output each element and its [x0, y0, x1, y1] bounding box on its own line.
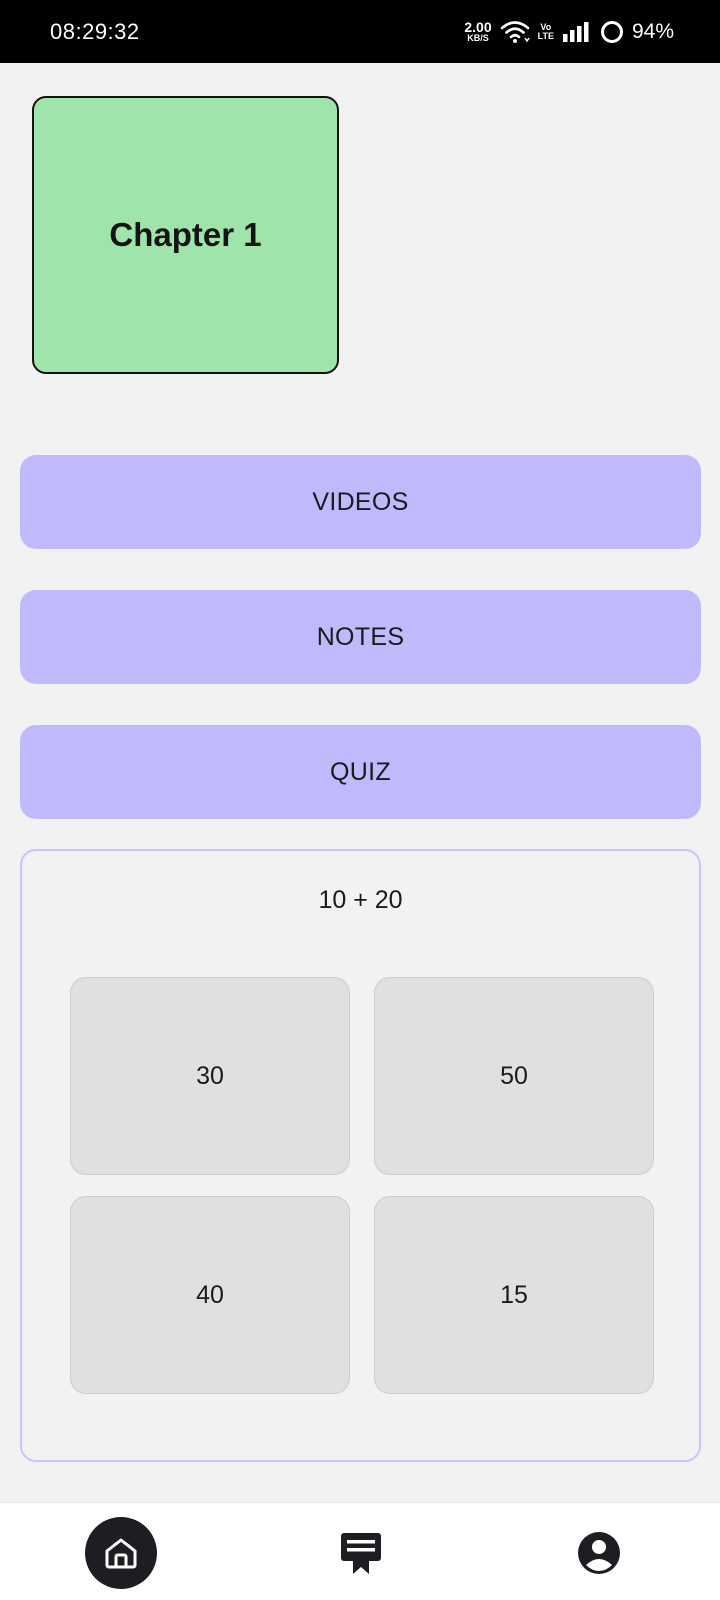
chapter-title: Chapter 1	[109, 216, 262, 253]
signal-icon	[562, 21, 592, 43]
bottom-nav	[0, 1502, 720, 1600]
quiz-button[interactable]: QUIZ	[20, 725, 701, 819]
quiz-option-4[interactable]: 15	[374, 1196, 654, 1394]
network-speed-unit: KB/S	[467, 33, 489, 43]
status-bar: 08:29:32 2.00 KB/S Vo LTE 94%	[0, 0, 720, 63]
home-icon	[102, 1534, 140, 1572]
quiz-panel: 10 + 20 30 50 40 15	[20, 849, 701, 1462]
quiz-option-2[interactable]: 50	[374, 977, 654, 1175]
quiz-question: 10 + 20	[318, 886, 403, 914]
nav-profile-button[interactable]	[574, 1528, 624, 1578]
videos-button[interactable]: VIDEOS	[20, 455, 701, 549]
nav-home-button[interactable]	[85, 1517, 157, 1589]
certificate-icon	[339, 1530, 383, 1576]
network-speed-value: 2.00	[464, 19, 492, 35]
nav-certificate-button[interactable]	[336, 1528, 386, 1578]
quiz-option-3[interactable]: 40	[70, 1196, 350, 1394]
volte-bottom: LTE	[537, 30, 554, 41]
status-time: 08:29:32	[50, 18, 140, 44]
profile-icon	[577, 1531, 621, 1575]
volte-indicator: Vo LTE	[537, 22, 554, 41]
battery-percent: 94%	[631, 19, 674, 43]
status-icons: 2.00 KB/S Vo LTE 94%	[464, 20, 674, 44]
quiz-option-1[interactable]: 30	[70, 977, 350, 1175]
wifi-icon	[500, 20, 530, 44]
notes-button[interactable]: NOTES	[20, 590, 701, 684]
chapter-card[interactable]: Chapter 1	[32, 96, 339, 374]
network-speed: 2.00 KB/S	[464, 20, 491, 43]
battery-ring-icon	[600, 20, 624, 44]
